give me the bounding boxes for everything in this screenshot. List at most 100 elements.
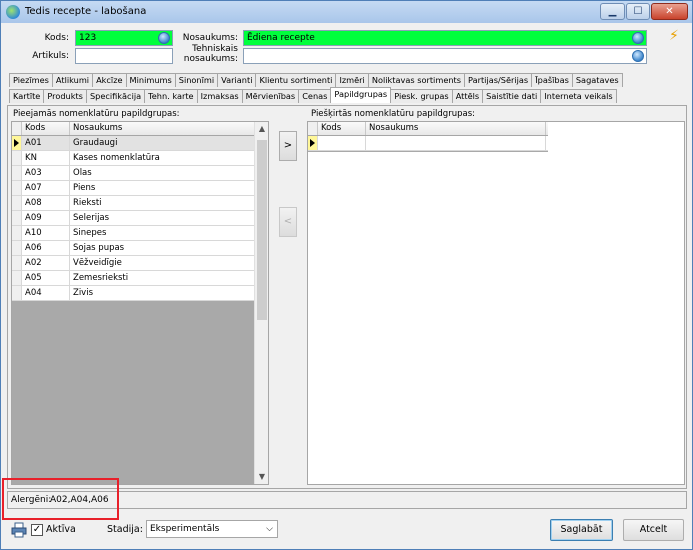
- table-row[interactable]: A04 Zivis: [12, 286, 255, 301]
- nosaukums-globe-icon[interactable]: [632, 32, 644, 44]
- scroll-thumb[interactable]: [257, 140, 267, 320]
- cell-kods[interactable]: A07: [22, 181, 70, 195]
- tab-r1-0[interactable]: Piezīmes: [9, 73, 53, 87]
- stadija-select[interactable]: Eksperimentāls ⌵: [146, 520, 278, 538]
- cell-nosaukums[interactable]: Sojas pupas: [70, 241, 255, 255]
- cell-nosaukums[interactable]: Piens: [70, 181, 255, 195]
- cell-kods[interactable]: A02: [22, 256, 70, 270]
- minimize-button[interactable]: ▁: [600, 3, 625, 20]
- cell-nosaukums[interactable]: Graudaugi: [70, 136, 255, 150]
- new-row-kods[interactable]: [318, 136, 366, 150]
- table-row[interactable]: A01 Graudaugi: [12, 136, 255, 151]
- tab-r1-1[interactable]: Atlikumi: [51, 73, 94, 87]
- tab-r2-7[interactable]: Papildgrupas: [330, 87, 392, 103]
- aktiva-checkbox[interactable]: ✓: [31, 524, 43, 536]
- tab-r1-10[interactable]: Īpašības: [531, 73, 573, 87]
- tab-r1-11[interactable]: Sagataves: [571, 73, 623, 87]
- window-title: Tedis recepte - labošana: [25, 6, 147, 17]
- scroll-up-icon[interactable]: ▲: [255, 122, 268, 136]
- cell-nosaukums[interactable]: Olas: [70, 166, 255, 180]
- cell-kods[interactable]: A04: [22, 286, 70, 300]
- new-row-nosaukums[interactable]: [366, 136, 546, 150]
- tab-r2-10[interactable]: Saistītie dati: [482, 89, 542, 103]
- cell-nosaukums[interactable]: Vēžveidīgie: [70, 256, 255, 270]
- cell-kods[interactable]: KN: [22, 151, 70, 165]
- tab-r1-2[interactable]: Akcīze: [92, 73, 127, 87]
- edit-recipe-window: Tedis recepte - labošana ▁ ☐ ✕ Kods: 123…: [0, 0, 693, 550]
- printer-icon[interactable]: [11, 522, 27, 538]
- tab-r2-3[interactable]: Tehn. karte: [144, 89, 198, 103]
- tab-r2-11[interactable]: Interneta veikals: [540, 89, 617, 103]
- close-button[interactable]: ✕: [651, 3, 688, 20]
- tab-r1-7[interactable]: Izmēri: [335, 73, 369, 87]
- scroll-down-icon[interactable]: ▼: [255, 470, 268, 484]
- cell-nosaukums[interactable]: Rieksti: [70, 196, 255, 210]
- row-indicator: [12, 256, 22, 270]
- tab-row-1: Piezīmes Atlikumi Akcīze Minimums Sinonīmi Va…: [9, 73, 623, 87]
- tab-r2-9[interactable]: Attēls: [451, 89, 484, 103]
- tab-r1-3[interactable]: Minimums: [125, 73, 176, 87]
- row-indicator: [12, 286, 22, 300]
- cancel-button[interactable]: Atcelt: [623, 519, 684, 541]
- table-row[interactable]: A08 Rieksti: [12, 196, 255, 211]
- tab-r1-8[interactable]: Noliktavas sortiments: [367, 73, 466, 87]
- lightning-icon[interactable]: ⚡: [669, 28, 679, 44]
- tab-r2-4[interactable]: Izmaksas: [196, 89, 243, 103]
- cell-nosaukums[interactable]: Sinepes: [70, 226, 255, 240]
- tab-r2-8[interactable]: Piesk. grupas: [390, 89, 453, 103]
- right-col-nosaukums[interactable]: Nosaukums: [366, 122, 546, 135]
- kods-globe-icon[interactable]: [158, 32, 170, 44]
- remove-group-button[interactable]: <: [279, 207, 297, 237]
- table-row[interactable]: A07 Piens: [12, 181, 255, 196]
- table-row[interactable]: A10 Sinepes: [12, 226, 255, 241]
- table-row[interactable]: A05 Zemesrieksti: [12, 271, 255, 286]
- left-vertical-scrollbar[interactable]: ▲ ▼: [254, 122, 268, 484]
- artikuls-field[interactable]: [75, 48, 173, 64]
- chevron-down-icon[interactable]: ⌵: [266, 521, 273, 537]
- table-row[interactable]: A09 Selerijas: [12, 211, 255, 226]
- add-group-button[interactable]: >: [279, 131, 297, 161]
- table-row[interactable]: A06 Sojas pupas: [12, 241, 255, 256]
- tab-r1-9[interactable]: Partijas/Sērijas: [464, 73, 533, 87]
- right-col-kods[interactable]: Kods: [318, 122, 366, 135]
- cell-kods[interactable]: A03: [22, 166, 70, 180]
- tab-r1-6[interactable]: Klientu sortimenti: [255, 73, 337, 87]
- right-grid-title: Piešķirtās nomenklatūru papildgrupas:: [311, 109, 475, 119]
- right-grid-blank: [308, 152, 548, 484]
- tab-r1-4[interactable]: Sinonīmi: [174, 73, 219, 87]
- new-row[interactable]: [308, 136, 548, 151]
- row-indicator: [12, 196, 22, 210]
- col-nosaukums[interactable]: Nosaukums: [70, 122, 255, 135]
- table-row[interactable]: A03 Olas: [12, 166, 255, 181]
- tab-r2-6[interactable]: Cenas: [298, 89, 332, 103]
- highlight-frame: [2, 478, 119, 520]
- maximize-button[interactable]: ☐: [626, 3, 650, 20]
- table-row[interactable]: A02 Vēžveidīgie: [12, 256, 255, 271]
- cell-kods[interactable]: A01: [22, 136, 70, 150]
- cell-nosaukums[interactable]: Zivis: [70, 286, 255, 300]
- tab-row-2: Kartīte Produkts Specifikācija Tehn. karte I…: [9, 87, 617, 103]
- tab-r2-2[interactable]: Specifikācija: [85, 89, 146, 103]
- title-bar[interactable]: Tedis recepte - labošana ▁ ☐ ✕: [1, 1, 692, 23]
- nosaukums-field[interactable]: Ēdiena recepte: [243, 30, 647, 46]
- tab-r1-5[interactable]: Varianti: [217, 73, 257, 87]
- tab-r2-5[interactable]: Mērvienības: [241, 89, 300, 103]
- row-indicator: [12, 241, 22, 255]
- tehn-nosaukums-field[interactable]: [243, 48, 647, 64]
- cell-kods[interactable]: A10: [22, 226, 70, 240]
- left-rows: A01 Graudaugi KN Kases nomenklatūra A03 Olas A…: [12, 136, 255, 301]
- cell-nosaukums[interactable]: Kases nomenklatūra: [70, 151, 255, 165]
- cell-kods[interactable]: A08: [22, 196, 70, 210]
- cell-nosaukums[interactable]: Zemesrieksti: [70, 271, 255, 285]
- cell-nosaukums[interactable]: Selerijas: [70, 211, 255, 225]
- col-kods[interactable]: Kods: [22, 122, 70, 135]
- cell-kods[interactable]: A06: [22, 241, 70, 255]
- tab-r2-0[interactable]: Kartīte: [9, 89, 45, 103]
- tab-r2-1[interactable]: Produkts: [43, 89, 87, 103]
- tehn-globe-icon[interactable]: [632, 50, 644, 62]
- tehn-label-2: nosaukums:: [183, 54, 238, 64]
- cell-kods[interactable]: A05: [22, 271, 70, 285]
- cell-kods[interactable]: A09: [22, 211, 70, 225]
- table-row[interactable]: KN Kases nomenklatūra: [12, 151, 255, 166]
- save-button[interactable]: Saglabāt: [550, 519, 613, 541]
